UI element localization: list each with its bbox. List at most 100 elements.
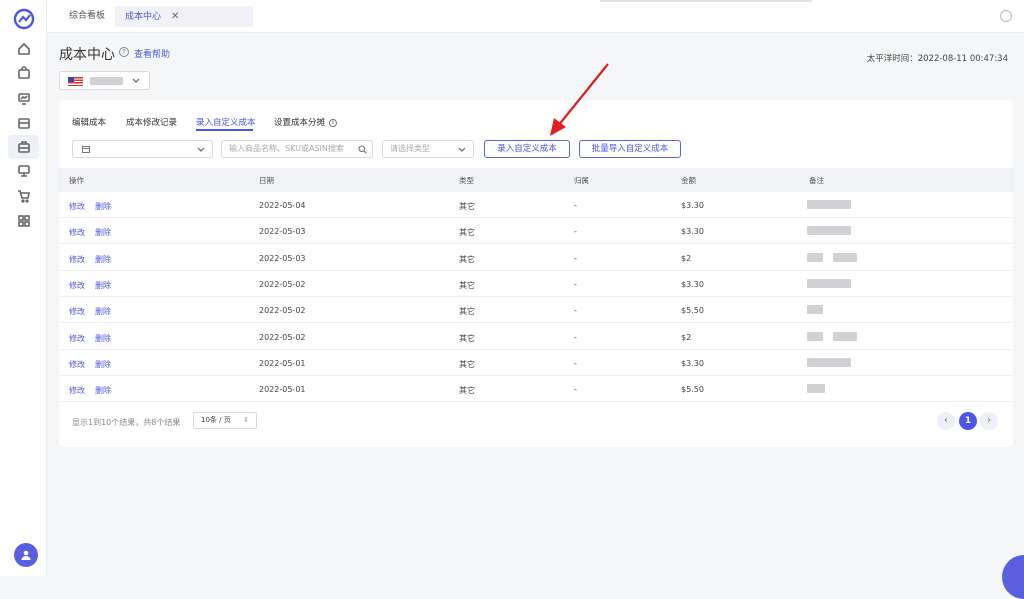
owner-cell: - (574, 306, 577, 316)
column-header: 操作 (69, 176, 84, 185)
subtab-label: 设置成本分摊 (274, 118, 326, 128)
amount-cell: $3.30 (681, 227, 704, 237)
delete-button[interactable]: 删除 (95, 280, 111, 291)
remark-blurred (807, 357, 851, 367)
prev-page-button[interactable]: ‹ (937, 412, 955, 430)
table-row: 修改 删除 2022-05-02 其它 - $2 (59, 324, 1013, 350)
type-cell: 其它 (459, 202, 475, 211)
page-title: 成本中心 (59, 47, 115, 63)
help-link[interactable]: 查看帮助 (134, 47, 170, 60)
remark-blurred (807, 200, 851, 209)
apps-grid-icon[interactable] (14, 211, 34, 231)
subtab-active-underline (196, 129, 253, 131)
remark-blurred (807, 305, 823, 315)
table-row: 修改 删除 2022-05-03 其它 - $2 (59, 245, 1013, 271)
subtab-cost-history[interactable]: 成本修改记录 (126, 116, 177, 128)
annotation-arrow (550, 63, 609, 136)
delete-button[interactable]: 删除 (95, 201, 111, 212)
top-tab-bar: 综合看板 成本中心 ✕ (47, 0, 1024, 33)
date-cell: 2022-05-01 (259, 385, 306, 395)
amount-cell: $3.30 (681, 201, 704, 210)
remark-blurred (807, 331, 823, 341)
date-picker[interactable] (72, 140, 213, 158)
remark-blurred (807, 226, 851, 236)
type-cell: 其它 (459, 228, 475, 238)
amount-cell: $5.50 (681, 306, 704, 316)
dropdown-shadow (600, 0, 812, 2)
remark-blurred (807, 384, 825, 394)
type-cell: 其它 (459, 359, 475, 369)
app-logo-icon[interactable] (13, 8, 35, 30)
subtab-edit-cost[interactable]: 编辑成本 (72, 116, 106, 128)
chevron-down-icon (132, 78, 140, 83)
delete-button[interactable]: 删除 (95, 227, 111, 238)
tab-dashboard[interactable]: 综合看板 (59, 6, 115, 27)
owner-cell: - (574, 358, 577, 368)
edit-button[interactable]: 修改 (69, 359, 85, 370)
search-icon[interactable] (358, 145, 367, 154)
edit-button[interactable]: 修改 (69, 306, 85, 317)
table-header: 操作 日期 类型 归属 金额 备注 (59, 168, 1013, 192)
page-number-button[interactable]: 1 (959, 412, 977, 430)
search-input[interactable]: 输入商品名称、SKU或ASIN搜索 (221, 140, 373, 158)
us-flag-icon (68, 77, 83, 86)
info-icon: i (329, 118, 338, 127)
column-header: 日期 (259, 176, 274, 185)
add-custom-cost-button[interactable]: 录入自定义成本 (484, 140, 570, 158)
subtab-cost-allocation[interactable]: 设置成本分摊 i (274, 116, 338, 128)
amount-cell: $3.30 (681, 279, 704, 289)
date-cell: 2022-05-01 (259, 358, 306, 368)
search-placeholder: 输入商品名称、SKU或ASIN搜索 (229, 144, 344, 153)
chart-screen-icon[interactable] (14, 89, 34, 109)
edit-button[interactable]: 修改 (69, 227, 85, 238)
next-page-button[interactable]: › (980, 412, 998, 430)
shopping-bag-icon[interactable] (14, 63, 34, 83)
batch-import-button[interactable]: 批量导入自定义成本 (579, 140, 681, 158)
column-header: 备注 (809, 176, 824, 185)
delete-button[interactable]: 删除 (95, 333, 111, 344)
amount-cell: $2 (681, 332, 692, 342)
type-select[interactable]: 请选择类型 (382, 140, 474, 158)
edit-button[interactable]: 修改 (69, 201, 85, 212)
owner-cell: - (574, 253, 577, 263)
cost-card: 编辑成本 成本修改记录 录入自定义成本 设置成本分摊 i 输入商品名称、SKU或A… (59, 100, 1013, 447)
owner-cell: - (574, 385, 577, 395)
date-cell: 2022-05-02 (259, 306, 306, 316)
close-icon[interactable]: ✕ (171, 11, 179, 22)
clock-icon[interactable] (1000, 10, 1012, 22)
delete-button[interactable]: 删除 (95, 254, 111, 265)
owner-cell: - (574, 279, 577, 289)
edit-button[interactable]: 修改 (69, 333, 85, 344)
table-row: 修改 删除 2022-05-02 其它 - $3.30 (59, 271, 1013, 297)
delete-button[interactable]: 删除 (95, 385, 111, 396)
cart-icon[interactable] (14, 186, 34, 206)
country-select[interactable] (59, 71, 150, 90)
tab-cost-center[interactable]: 成本中心 ✕ (115, 6, 253, 27)
monitor-icon[interactable] (14, 161, 34, 181)
edit-button[interactable]: 修改 (69, 254, 85, 265)
store-icon[interactable] (14, 113, 34, 133)
date-cell: 2022-05-03 (259, 253, 306, 263)
chat-bubble-button[interactable] (1002, 555, 1024, 599)
date-cell: 2022-05-02 (259, 332, 306, 342)
edit-button[interactable]: 修改 (69, 385, 85, 396)
remark-blurred (807, 252, 823, 262)
user-avatar-icon[interactable] (14, 543, 38, 567)
delete-button[interactable]: 删除 (95, 306, 111, 317)
delete-button[interactable]: 删除 (95, 359, 111, 370)
date-cell: 2022-05-02 (259, 279, 306, 289)
help-circle-icon[interactable]: ? (119, 47, 129, 57)
page-size-select[interactable]: 10条 / 页 ⇕ (193, 412, 257, 429)
chevron-down-icon (458, 147, 466, 152)
table-row: 修改 删除 2022-05-03 其它 - $3.30 (59, 218, 1013, 245)
edit-button[interactable]: 修改 (69, 280, 85, 291)
home-icon[interactable] (14, 39, 34, 59)
sort-icon: ⇕ (243, 416, 249, 424)
subtab-custom-cost[interactable]: 录入自定义成本 (196, 116, 256, 128)
column-header: 归属 (574, 176, 589, 185)
table-row: 修改 删除 2022-05-01 其它 - $3.30 (59, 350, 1013, 376)
type-placeholder: 请选择类型 (390, 144, 430, 153)
column-header: 金额 (681, 176, 696, 185)
cost-center-icon[interactable] (14, 137, 34, 157)
type-cell: 其它 (459, 386, 475, 396)
